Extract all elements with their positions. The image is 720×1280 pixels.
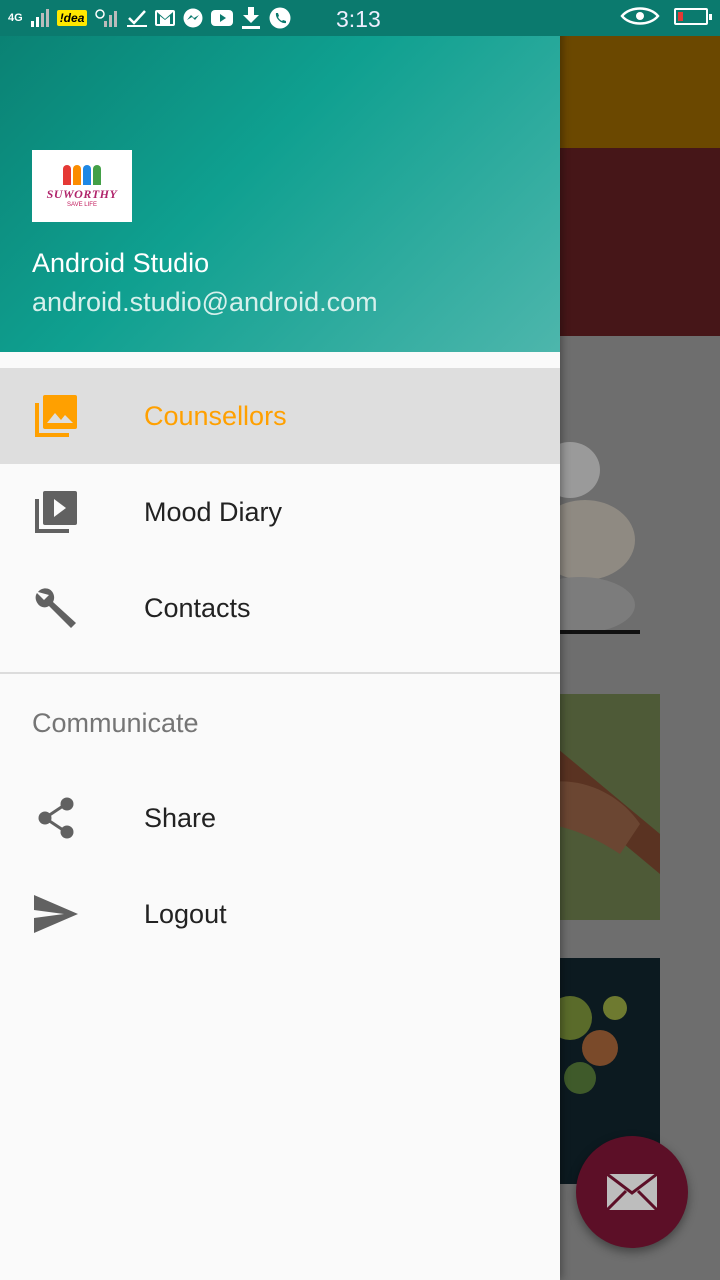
signal-blocked-icon — [95, 9, 118, 27]
check-icon — [127, 10, 148, 27]
whatsapp-icon — [269, 7, 291, 29]
logo-subtext: SAVE LIFE — [67, 201, 97, 208]
menu-item-mood-diary[interactable]: Mood Diary — [0, 464, 560, 560]
logo-people-graphic — [63, 164, 101, 185]
section-title: Communicate — [32, 708, 199, 738]
send-icon — [34, 892, 78, 936]
menu-item-logout[interactable]: Logout — [0, 866, 560, 962]
app-logo: SUWORTHY SAVE LIFE — [32, 150, 132, 222]
status-bar: 4G !dea 3:13 — [0, 0, 720, 36]
clock: 3:13 — [336, 6, 381, 32]
menu-item-label: Share — [144, 803, 217, 833]
menu-item-label: Mood Diary — [144, 497, 283, 527]
status-icons-right — [620, 6, 712, 26]
navigation-drawer: SUWORTHY SAVE LIFE Android Studio androi… — [0, 0, 560, 1280]
menu-item-label: Contacts — [144, 593, 251, 623]
menu-item-label: Logout — [144, 899, 227, 929]
section-header-communicate: Communicate — [0, 674, 560, 770]
user-name: Android Studio — [32, 248, 210, 278]
messenger-icon — [183, 8, 203, 28]
compose-mail-fab[interactable] — [576, 1136, 688, 1248]
download-icon — [242, 7, 261, 29]
carrier-logo: !dea — [56, 10, 88, 26]
wrench-icon — [34, 586, 78, 630]
mail-icon — [606, 1173, 658, 1211]
menu-item-contacts[interactable]: Contacts — [0, 560, 560, 656]
share-icon — [34, 796, 78, 840]
drawer-header: SUWORTHY SAVE LIFE Android Studio androi… — [0, 0, 560, 352]
eye-comfort-icon — [620, 7, 660, 25]
menu-item-label: Counsellors — [144, 401, 287, 431]
youtube-icon — [211, 10, 234, 26]
gmail-icon — [155, 10, 176, 26]
menu-item-counsellors[interactable]: Counsellors — [0, 368, 560, 464]
menu-item-share[interactable]: Share — [0, 770, 560, 866]
network-type: 4G — [8, 12, 23, 24]
user-email: android.studio@android.com — [32, 287, 378, 317]
signal-icon — [30, 9, 49, 27]
video-library-icon — [34, 490, 78, 534]
drawer-menu: Counsellors Mood Diary Contacts Communic… — [0, 368, 560, 962]
photo-library-icon — [34, 394, 78, 438]
status-icons-left: 4G !dea — [8, 6, 291, 30]
battery-icon — [674, 7, 712, 25]
logo-text: SUWORTHY — [46, 186, 118, 201]
